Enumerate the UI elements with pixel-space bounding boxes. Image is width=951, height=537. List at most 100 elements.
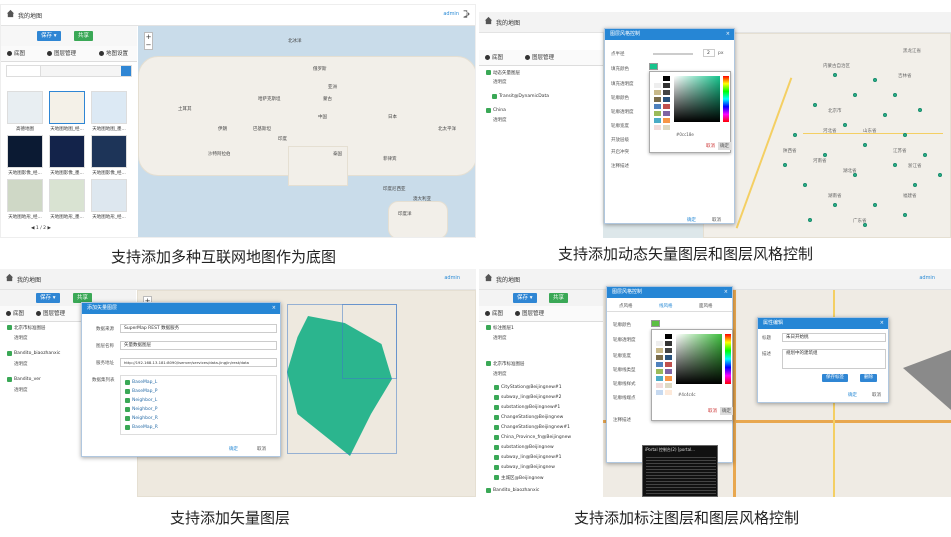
layer-item[interactable]: 标注图层1	[485, 325, 514, 331]
outline-color-swatch[interactable]	[651, 320, 660, 327]
tab-point-style[interactable]: 点风格	[619, 303, 633, 309]
hue-bar[interactable]	[723, 76, 729, 122]
layer-item[interactable]: 主城区@Beijingnew	[493, 475, 544, 481]
color-swatch[interactable]	[654, 104, 661, 109]
home-icon[interactable]	[484, 273, 493, 282]
home-icon[interactable]	[5, 273, 14, 282]
color-swatch[interactable]	[663, 83, 670, 88]
dataset-list[interactable]: BaseMap_L BaseMap_P Neighbor_L Neighbor_P Ne…	[120, 375, 277, 435]
data-point[interactable]	[833, 73, 837, 77]
data-point[interactable]	[918, 108, 922, 112]
dataset-item[interactable]: BaseMap_P	[124, 389, 157, 394]
color-swatch[interactable]	[665, 362, 672, 367]
tab-map-settings[interactable]: 地图设置	[97, 48, 128, 60]
ok-button[interactable]: 确定	[687, 217, 696, 223]
dataset-item[interactable]: Neighbor_L	[124, 398, 157, 403]
palette-cancel[interactable]: 取消	[706, 143, 715, 149]
color-swatch[interactable]	[665, 348, 672, 353]
delete-button[interactable]: 删除	[860, 374, 877, 382]
color-swatch[interactable]	[654, 90, 661, 95]
color-swatch[interactable]	[663, 90, 670, 95]
color-swatch[interactable]	[654, 111, 661, 116]
color-swatch[interactable]	[663, 76, 670, 81]
data-point[interactable]	[803, 183, 807, 187]
color-picker[interactable]: #0cc18e 取消 确定	[649, 71, 731, 153]
dataset-item[interactable]: Neighbor_P	[124, 407, 158, 412]
data-point[interactable]	[923, 153, 927, 157]
basemap-thumbnail[interactable]	[7, 179, 43, 212]
data-point[interactable]	[883, 113, 887, 117]
data-point[interactable]	[873, 78, 877, 82]
color-swatch[interactable]	[656, 369, 663, 374]
radius-input[interactable]: 2	[703, 49, 715, 57]
color-swatch[interactable]	[665, 390, 672, 395]
palette-ok[interactable]: 确定	[718, 142, 731, 150]
data-point[interactable]	[808, 218, 812, 222]
color-swatch[interactable]	[656, 334, 663, 339]
ok-button[interactable]: 确定	[848, 392, 857, 398]
color-swatch[interactable]	[665, 376, 672, 381]
layer-name-input[interactable]: 矢量数据图层	[120, 341, 277, 350]
dataset-item[interactable]: Neighbor_R	[124, 416, 158, 421]
tab-layers[interactable]: 图层管理	[45, 48, 76, 60]
layer-item[interactable]: ChangeStation@Beijingnew	[493, 415, 563, 420]
layer-item[interactable]: Bandito_ver	[6, 377, 41, 382]
color-swatch[interactable]	[663, 104, 670, 109]
layer-item[interactable]: subway_lin@Beijingnew#1	[493, 455, 562, 460]
close-icon[interactable]: ×	[880, 318, 884, 329]
hue-bar[interactable]	[725, 334, 731, 384]
layer-item[interactable]: 北京市标准图层	[6, 325, 46, 331]
terminal-window[interactable]: iPortal 控制台(2) [portal...	[642, 445, 718, 497]
color-swatch[interactable]	[656, 390, 663, 395]
layer-item[interactable]: substation@Beijingnew	[493, 445, 554, 450]
data-point[interactable]	[793, 133, 797, 137]
color-swatch[interactable]	[656, 362, 663, 367]
close-icon[interactable]: ×	[272, 303, 276, 314]
tab-basemap[interactable]: 底图	[483, 308, 503, 320]
color-swatch[interactable]	[656, 341, 663, 346]
dataset-item[interactable]: BaseMap_L	[124, 380, 157, 385]
color-swatch[interactable]	[665, 341, 672, 346]
search-button[interactable]	[121, 66, 131, 76]
data-point[interactable]	[783, 163, 787, 167]
layer-item[interactable]: China_Province_fn@Beijingnew	[493, 435, 571, 440]
basemap-thumbnail[interactable]	[49, 135, 85, 168]
basemap-thumbnail[interactable]	[91, 135, 127, 168]
tab-basemap[interactable]: 底图	[4, 308, 24, 320]
color-swatch[interactable]	[654, 97, 661, 102]
zoom-control[interactable]: +−	[144, 32, 153, 50]
color-swatch[interactable]	[656, 376, 663, 381]
tab-basemap[interactable]: 底图	[483, 52, 503, 64]
color-swatch[interactable]	[665, 334, 672, 339]
tab-layers[interactable]: 图层管理	[34, 308, 65, 320]
close-icon[interactable]: ×	[724, 287, 728, 298]
title-input[interactable]: 朱日开始桃	[782, 333, 886, 342]
color-swatch[interactable]	[656, 383, 663, 388]
dataset-item[interactable]: BaseMap_R	[124, 425, 158, 430]
radius-slider[interactable]	[653, 53, 693, 55]
palette-cancel[interactable]: 取消	[708, 408, 717, 414]
color-swatch[interactable]	[654, 118, 661, 123]
data-point[interactable]	[833, 203, 837, 207]
color-gradient[interactable]	[676, 334, 722, 384]
tab-fill-style[interactable]: 面风格	[699, 303, 713, 309]
save-button[interactable]: 保存 ▾	[513, 293, 537, 303]
cancel-button[interactable]: 取消	[872, 392, 881, 398]
service-url-input[interactable]: http://192.168.13.181:8090/iserver/servi…	[120, 358, 277, 367]
color-gradient[interactable]	[674, 76, 720, 122]
layer-item[interactable]: subway_lin@Beijingnew#2	[493, 395, 562, 400]
close-icon[interactable]: ×	[726, 29, 730, 40]
layer-item[interactable]: Bandito_biaozhanxic	[485, 488, 539, 493]
data-point[interactable]	[893, 163, 897, 167]
basemap-thumbnail[interactable]	[49, 91, 85, 124]
save-button[interactable]: 保存 ▾	[37, 31, 61, 41]
layer-item[interactable]: Bandito_biaozhanxic	[6, 351, 60, 356]
data-point[interactable]	[913, 183, 917, 187]
data-point[interactable]	[843, 123, 847, 127]
cancel-button[interactable]: 取消	[257, 446, 266, 452]
data-point[interactable]	[823, 153, 827, 157]
home-icon[interactable]	[6, 9, 15, 18]
color-picker[interactable]: #4c4c4c 取消 确定	[651, 329, 733, 421]
source-select[interactable]: SuperMap REST 数据服务	[120, 324, 277, 333]
cancel-button[interactable]: 取消	[712, 217, 721, 223]
